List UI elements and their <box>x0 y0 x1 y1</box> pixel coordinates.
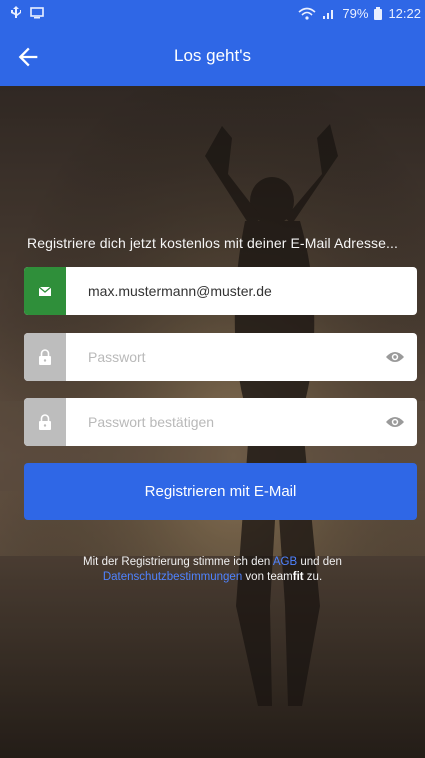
lock-icon <box>39 414 51 430</box>
usb-icon <box>11 6 21 18</box>
lock-icon <box>39 349 51 365</box>
battery-percent: 79% <box>342 6 369 21</box>
password-field <box>24 333 417 381</box>
eye-icon <box>386 417 404 427</box>
email-icon-box <box>24 267 66 315</box>
battery-icon <box>374 7 383 20</box>
privacy-policy-link[interactable]: Datenschutzbestimmungen <box>103 571 242 583</box>
app-bar: Los geht's <box>0 28 425 86</box>
password-confirm-field <box>24 398 417 446</box>
email-input[interactable] <box>66 267 417 315</box>
email-field <box>24 267 417 315</box>
page-title: Los geht's <box>174 46 251 65</box>
wifi-icon <box>298 7 316 20</box>
intro-text: Registriere dich jetzt kostenlos mit dei… <box>26 235 399 251</box>
status-bar: 79% 12:22 <box>0 0 425 28</box>
legal-text-end: zu. <box>306 571 323 583</box>
app-screen: 79% 12:22 Los geht's Registriere dich je… <box>0 0 425 758</box>
legal-text-mid: und den <box>300 556 342 568</box>
password-confirm-lock-box <box>24 398 66 446</box>
legal-text-before: Mit der Registrierung stimme ich den <box>83 556 271 568</box>
status-time: 12:22 <box>388 6 421 21</box>
signal-icon <box>323 9 334 19</box>
password-confirm-input[interactable] <box>66 398 373 446</box>
legal-text-before-brand: von team <box>245 571 293 583</box>
eye-icon <box>386 352 404 362</box>
password-lock-box <box>24 333 66 381</box>
brand-name: fit <box>292 571 304 583</box>
agb-link[interactable]: AGB <box>273 556 297 568</box>
screen-cast-icon <box>30 7 44 19</box>
register-email-button[interactable]: Registrieren mit E-Mail <box>24 463 417 520</box>
show-password-confirm-toggle[interactable] <box>373 398 417 446</box>
legal-text: Mit der Registrierung stimme ich den AGB… <box>40 555 385 585</box>
envelope-icon <box>39 286 51 296</box>
show-password-toggle[interactable] <box>373 333 417 381</box>
password-input[interactable] <box>66 333 373 381</box>
